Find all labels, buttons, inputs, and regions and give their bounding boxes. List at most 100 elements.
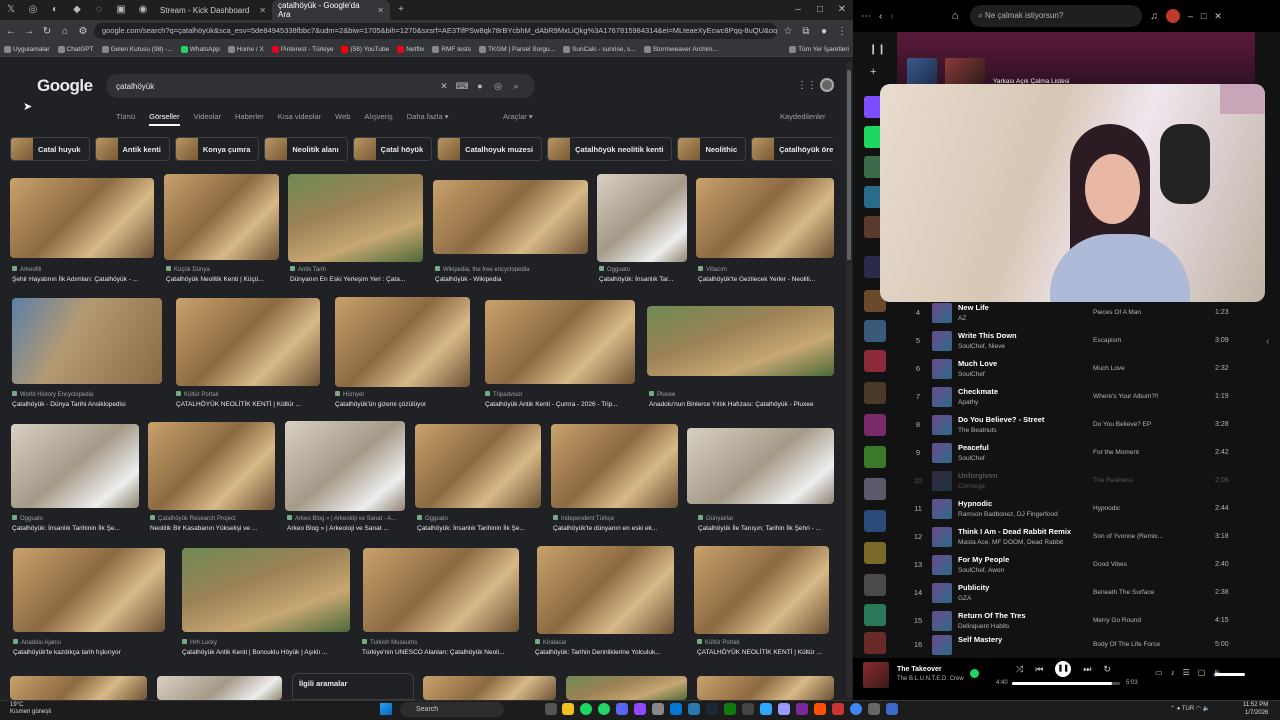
chip[interactable]: Antik kenti bbox=[94, 137, 170, 161]
chip[interactable]: Neolithic bbox=[677, 137, 747, 161]
library-icon[interactable]: ❙❙ bbox=[869, 44, 886, 55]
maximize-icon[interactable]: □ bbox=[813, 3, 827, 17]
result-caption[interactable]: Antik Tarih Dünyanın En Eski Yerleşim Yer… bbox=[290, 266, 422, 283]
result-image[interactable] bbox=[285, 421, 405, 511]
tab-web[interactable]: Web bbox=[335, 112, 350, 126]
tab-all[interactable]: Tümü bbox=[116, 112, 135, 126]
forward-icon[interactable]: › bbox=[890, 11, 893, 22]
lyrics-icon[interactable]: ♪ bbox=[1171, 668, 1175, 677]
volume-icon[interactable]: 🔈 bbox=[1203, 706, 1210, 712]
track-row[interactable]: 8 Do You Believe? - Street The Beatnuts Do … bbox=[897, 412, 1255, 440]
result-image[interactable] bbox=[10, 676, 147, 700]
result-caption[interactable]: Ogguato Çatalhöyük: İnsanlık Tarihinin İl… bbox=[12, 515, 138, 532]
tab-google[interactable]: çatalhöyük - Google'da Ara ✕ bbox=[272, 0, 390, 20]
bookmark-item[interactable]: Tüm Yer İşaretleri bbox=[789, 45, 849, 53]
task-view-icon[interactable] bbox=[545, 703, 557, 715]
result-caption[interactable]: Kültür Portalı ÇATALHÖYÜK NEOLİTİK KENTİ … bbox=[697, 639, 833, 656]
now-playing-artist[interactable]: The B.L.U.N.T.E.D. Crew bbox=[897, 676, 964, 682]
chip[interactable]: Çatalhöyük örenyeri bbox=[751, 137, 833, 161]
now-playing-title[interactable]: The Takeover bbox=[897, 666, 942, 673]
app-icon[interactable] bbox=[796, 703, 808, 715]
chip[interactable]: Neolitik alanı bbox=[264, 137, 348, 161]
menu-icon[interactable]: ⋮ bbox=[835, 26, 849, 37]
lens-icon[interactable]: ◎ bbox=[489, 81, 507, 92]
clock[interactable]: 11:52 PM 1/7/2026 bbox=[1243, 701, 1268, 717]
search-icon[interactable]: ⌕ bbox=[507, 81, 525, 92]
result-image[interactable] bbox=[566, 676, 687, 700]
back-icon[interactable]: ‹ bbox=[879, 11, 882, 22]
playlist-thumbnail[interactable] bbox=[864, 414, 886, 436]
result-image[interactable] bbox=[335, 297, 470, 387]
pause-button[interactable]: ❚❚ bbox=[1055, 661, 1072, 677]
bookmark-item[interactable]: Home / X bbox=[227, 45, 264, 53]
app-icon[interactable] bbox=[886, 703, 898, 715]
track-row[interactable]: 7 Checkmate Apathy Where's Your Album?!! 1:1… bbox=[897, 384, 1255, 412]
result-caption[interactable]: Kültür Portalı ÇATALHÖYÜK NEOLİTİK KENTİ … bbox=[176, 391, 320, 408]
result-caption[interactable]: World History Encyclopedia Çatalhöyük - D… bbox=[12, 391, 162, 408]
language[interactable]: TUR bbox=[1182, 706, 1194, 712]
track-row[interactable]: 4 New Life AZ Pieces Of A Man 1:23 bbox=[897, 300, 1255, 328]
result-image[interactable] bbox=[687, 428, 834, 504]
result-image[interactable] bbox=[157, 676, 282, 700]
result-caption[interactable]: Hrh Lucky Çatalhöyük Antik Kenti | Boncuk… bbox=[182, 639, 350, 656]
bookmark-star-icon[interactable]: ☆ bbox=[781, 26, 795, 37]
search-input[interactable]: ⌕ Ne çalmak istiyorsun? bbox=[970, 5, 1143, 27]
shuffle-icon[interactable]: ⤨ bbox=[1016, 664, 1023, 675]
avatar[interactable] bbox=[820, 78, 834, 92]
track-row[interactable]: 5 Write This Down SoulChef, Nieve Escapism 3… bbox=[897, 328, 1255, 356]
app-icon[interactable] bbox=[868, 703, 880, 715]
bell-icon[interactable]: ♫ bbox=[1150, 11, 1158, 22]
back-icon[interactable]: ← bbox=[4, 26, 18, 37]
tab-kick[interactable]: Stream - Kick Dashboard ✕ bbox=[154, 0, 272, 20]
tab-news[interactable]: Haberler bbox=[235, 112, 264, 126]
result-image[interactable] bbox=[164, 174, 279, 260]
bookmark-item[interactable]: Stormweaver Archim... bbox=[643, 45, 718, 53]
tab-videos[interactable]: Videolar bbox=[194, 112, 221, 126]
track-row[interactable]: 13 For My People SoulChef, Awon Good Vibes 2… bbox=[897, 552, 1255, 580]
tab-favicon[interactable]: ◆ bbox=[70, 3, 84, 17]
result-caption[interactable]: Villacım Çatalhöyük'te Gezilecek Yerler -… bbox=[698, 266, 834, 283]
tab-short-videos[interactable]: Kısa videolar bbox=[278, 112, 321, 126]
tab-favicon[interactable]: ▣ bbox=[114, 3, 128, 17]
volume-slider[interactable] bbox=[1215, 673, 1245, 676]
result-image[interactable] bbox=[10, 178, 154, 258]
queue-icon[interactable]: ☰ bbox=[1183, 668, 1190, 677]
taskbar-search[interactable]: Search bbox=[400, 702, 504, 717]
home-icon[interactable]: ⌂ bbox=[58, 26, 72, 37]
site-info-icon[interactable]: ⚙ bbox=[76, 26, 90, 37]
app-icon[interactable] bbox=[670, 703, 682, 715]
add-icon[interactable]: + bbox=[870, 66, 876, 78]
new-tab-icon[interactable]: + bbox=[394, 3, 408, 17]
mic-icon[interactable]: ● bbox=[471, 81, 489, 91]
result-caption[interactable]: Anadolu Ajansı Çatalhöyük'te kazdıkça tar… bbox=[13, 639, 165, 656]
chip[interactable]: Catalhoyuk muzesi bbox=[437, 137, 543, 161]
saved-button[interactable]: Kaydedilenler bbox=[780, 112, 825, 121]
result-image[interactable] bbox=[423, 676, 556, 700]
result-image[interactable] bbox=[551, 424, 678, 508]
track-row[interactable]: 14 Publicity GZA Beneath The Surface 2:38 bbox=[897, 580, 1255, 608]
wifi-icon[interactable]: ◠ bbox=[1194, 706, 1203, 712]
device-icon[interactable]: ▢ bbox=[1198, 668, 1206, 677]
spotify-icon[interactable] bbox=[580, 703, 592, 715]
playlist-thumbnail[interactable] bbox=[864, 478, 886, 500]
now-playing-view-icon[interactable]: ▭ bbox=[1155, 668, 1163, 677]
result-caption[interactable]: Kiralacar Çatalhöyük: Tarihin Derinlikler… bbox=[535, 639, 675, 656]
chip[interactable]: Çatalhöyük neolitik kenti bbox=[547, 137, 673, 161]
result-caption[interactable]: Ogguato Çatalhöyük: İnsanlık Tarihinin İl… bbox=[417, 515, 541, 532]
playlist-thumbnail[interactable] bbox=[864, 320, 886, 342]
minimize-icon[interactable]: – bbox=[791, 3, 805, 17]
tab-images[interactable]: Görseller bbox=[149, 112, 180, 126]
app-icon[interactable] bbox=[652, 703, 664, 715]
close-icon[interactable]: ✕ bbox=[377, 6, 384, 15]
result-caption[interactable]: Arkeofili Şehir Hayatının İlk Adımları: Ç… bbox=[12, 266, 154, 283]
result-image[interactable] bbox=[694, 546, 829, 634]
result-image[interactable] bbox=[13, 548, 165, 632]
track-row[interactable]: 9 Peaceful SoulChef For the Moment 2:42 bbox=[897, 440, 1255, 468]
result-image[interactable] bbox=[176, 298, 320, 386]
result-image[interactable] bbox=[11, 424, 139, 508]
search-box[interactable]: çatalhöyük ✕ ⌨ ● ◎ ⌕ bbox=[106, 74, 535, 98]
result-caption[interactable]: Çatalhöyük Research Project Neolitik Bir … bbox=[150, 515, 275, 532]
discord-icon[interactable] bbox=[616, 703, 628, 715]
extensions-icon[interactable]: ⧉ bbox=[799, 26, 813, 37]
apps-grid-icon[interactable]: ⋮⋮ bbox=[797, 80, 817, 91]
